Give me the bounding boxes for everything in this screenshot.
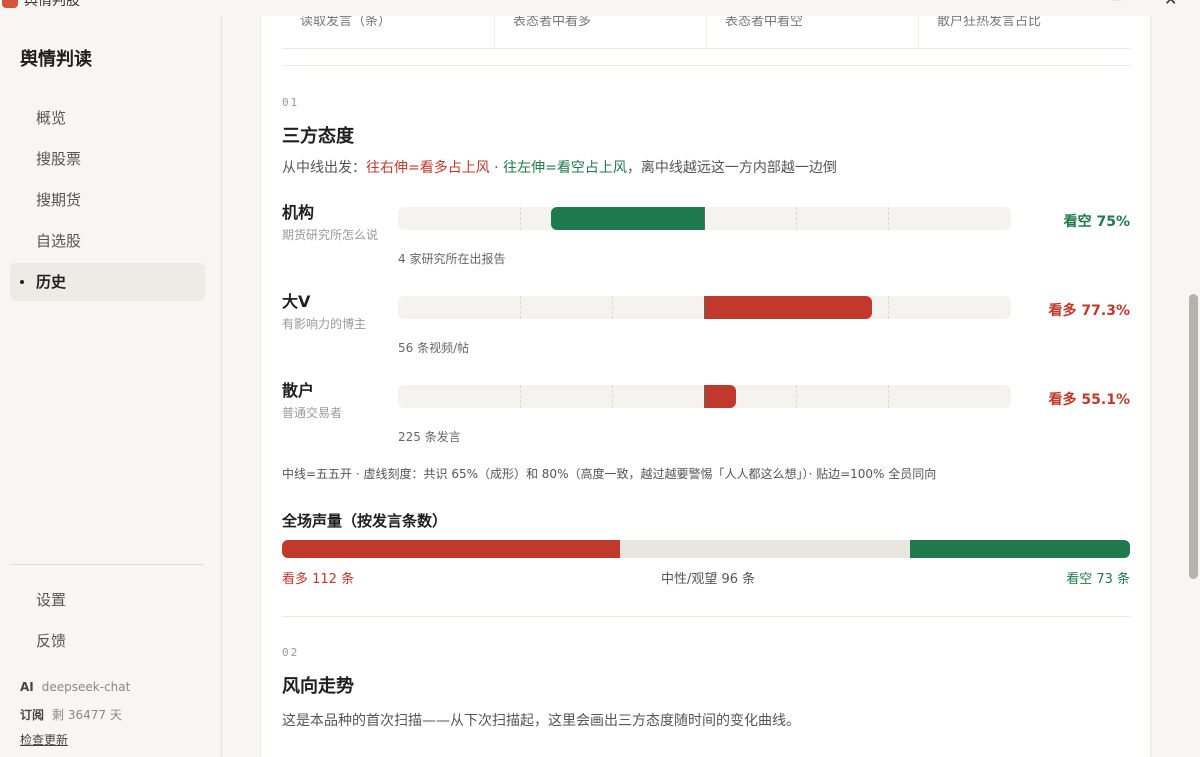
stat-bull-share: 表态者中看多 xyxy=(494,16,706,48)
tick-80-bear xyxy=(520,385,521,408)
stat-retail-frenzy: 散户狂热发言占比 xyxy=(918,16,1130,48)
tick-65-bull xyxy=(796,385,797,408)
sentiment-bar xyxy=(398,207,1011,230)
volume-bull-label: 看多 112 条 xyxy=(282,572,355,587)
check-update-link[interactable]: 检查更新 xyxy=(20,731,68,748)
section-description: 这是本品种的首次扫描——从下次扫描起，这里会画出三方态度随时间的变化曲线。 xyxy=(282,713,800,729)
sidebar-divider xyxy=(10,564,204,565)
sidebar-item-watchlist[interactable]: 自选股 xyxy=(10,222,205,260)
close-icon[interactable]: ✕ xyxy=(1164,0,1177,9)
sidebar-item-label: 反馈 xyxy=(36,632,67,650)
row-pct-institution: 看空 75% xyxy=(1063,214,1130,230)
section-title: 三方态度 xyxy=(282,126,354,147)
sidebar-item-settings[interactable]: 设置 xyxy=(10,581,205,619)
minimize-icon[interactable]: ─ xyxy=(1112,0,1122,9)
sidebar-item-feedback[interactable]: 反馈 xyxy=(10,622,205,660)
ai-model-key: AI xyxy=(20,680,34,694)
tick-80-bear xyxy=(520,296,521,319)
window-title: 舆情判股 xyxy=(24,0,80,9)
desc-separator: · xyxy=(489,160,504,176)
tick-80-bull xyxy=(888,385,889,408)
row-sub-institution: 期货研究所怎么说 xyxy=(282,228,379,242)
main-content: 读取发言（条） 表态者中看多 表态者中看空 散户狂热发言占比 01 三方态度 从… xyxy=(260,16,1151,757)
center-line xyxy=(704,385,705,408)
section-number: 01 xyxy=(282,96,300,109)
row-sub-influencer: 有影响力的博主 xyxy=(282,317,367,331)
subscription-value: 剩 36477 天 xyxy=(52,708,122,722)
sidebar-item-search-stock[interactable]: 搜股票 xyxy=(10,140,205,178)
row-pct-influencer: 看多 77.3% xyxy=(1048,303,1130,319)
title-bar: 舆情判股 ─ ✕ xyxy=(0,0,1200,16)
sidebar-item-label: 设置 xyxy=(36,591,67,609)
desc-prefix: 从中线出发： xyxy=(282,160,366,176)
section-divider xyxy=(282,65,1130,66)
tick-65-bear xyxy=(612,385,613,408)
ai-model-value: deepseek-chat xyxy=(41,680,131,694)
sidebar-item-history[interactable]: 历史 xyxy=(10,263,205,301)
volume-bar xyxy=(282,540,1130,558)
top-stats-row: 读取发言（条） 表态者中看多 表态者中看空 散户狂热发言占比 xyxy=(282,16,1130,49)
tick-80-bull xyxy=(888,207,889,230)
sidebar-item-label: 概览 xyxy=(36,109,67,127)
row-count-influencer: 56 条视频/帖 xyxy=(398,341,470,355)
sentiment-fill xyxy=(704,296,872,319)
app-logo-icon xyxy=(2,0,18,8)
tick-80-bear xyxy=(520,207,521,230)
scrollbar-thumb[interactable] xyxy=(1189,294,1198,579)
sentiment-bar xyxy=(398,385,1011,408)
ai-model-info: AI deepseek-chat xyxy=(20,680,130,694)
volume-bear-segment xyxy=(909,540,1130,558)
active-indicator-icon xyxy=(20,280,24,284)
scrollbar[interactable] xyxy=(1186,16,1200,757)
tick-65-bear xyxy=(612,296,613,319)
row-label-retail: 散户 xyxy=(282,381,315,400)
sidebar-item-label: 自选股 xyxy=(36,232,82,250)
subscription-info: 订阅剩 36477 天 xyxy=(20,706,122,723)
tick-65-bull xyxy=(796,207,797,230)
volume-neutral-segment xyxy=(619,540,910,558)
row-label-institution: 机构 xyxy=(282,203,315,222)
sidebar-item-search-futures[interactable]: 搜期货 xyxy=(10,181,205,219)
section-divider xyxy=(282,616,1130,617)
center-line xyxy=(704,207,705,230)
section-title: 风向走势 xyxy=(282,676,354,697)
section-number: 02 xyxy=(282,646,300,659)
subscription-key: 订阅 xyxy=(20,708,45,722)
row-pct-retail: 看多 55.1% xyxy=(1048,392,1130,408)
row-count-retail: 225 条发言 xyxy=(398,430,461,444)
sentiment-bar xyxy=(398,296,1011,319)
sidebar-brand: 舆情判读 xyxy=(20,49,92,70)
sentiment-fill xyxy=(704,385,736,408)
row-count-institution: 4 家研究所在出报告 xyxy=(398,252,506,266)
desc-suffix: ，离中线越远这一方内部越一边倒 xyxy=(626,160,837,176)
tick-80-bull xyxy=(888,296,889,319)
stat-read-posts: 读取发言（条） xyxy=(300,16,392,29)
sidebar-item-label: 搜期货 xyxy=(36,191,82,209)
volume-title: 全场声量（按发言条数） xyxy=(282,512,448,530)
sidebar: 舆情判读 概览 搜股票 搜期货 自选股 历史 设置 反馈 AI deepseek-… xyxy=(0,16,222,757)
sidebar-item-overview[interactable]: 概览 xyxy=(10,99,205,137)
volume-bull-segment xyxy=(282,540,620,558)
section-description: 从中线出发：往右伸=看多占上风 · 往左伸=看空占上风，离中线越远这一方内部越一… xyxy=(282,157,837,177)
center-line xyxy=(704,296,705,319)
sidebar-item-label: 搜股票 xyxy=(36,150,82,168)
scale-note: 中线=五五开 · 虚线刻度：共识 65%（成形）和 80%（高度一致，越过越要警… xyxy=(282,467,937,481)
sidebar-item-label: 历史 xyxy=(36,273,67,291)
stat-bear-share: 表态者中看空 xyxy=(706,16,918,48)
desc-bear-hint: 往左伸=看空占上风 xyxy=(503,160,627,176)
volume-neutral-label: 中性/观望 96 条 xyxy=(661,572,756,587)
desc-bull-hint: 往右伸=看多占上风 xyxy=(366,160,490,176)
row-sub-retail: 普通交易者 xyxy=(282,406,343,420)
volume-bear-label: 看空 73 条 xyxy=(1066,572,1130,587)
row-label-influencer: 大V xyxy=(282,292,311,311)
sentiment-fill xyxy=(551,207,705,230)
